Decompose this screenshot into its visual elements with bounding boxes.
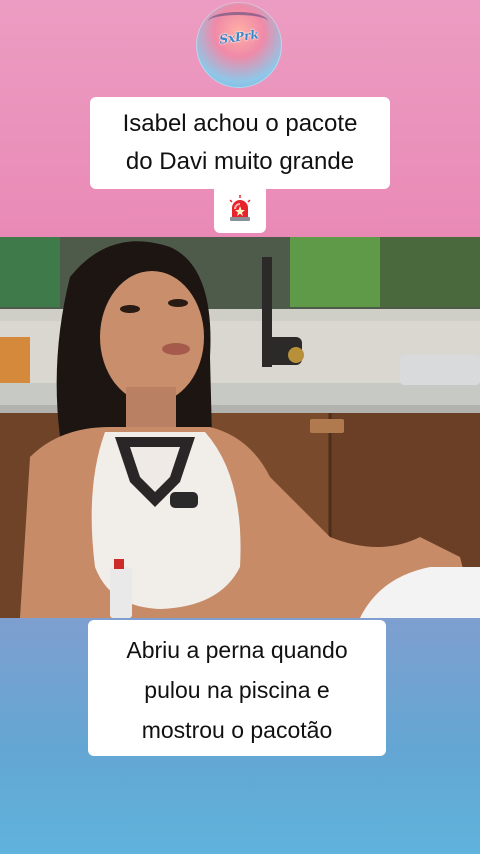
channel-logo[interactable]: SxPrk [196,2,282,88]
alert-emoji-box [214,189,266,233]
bottom-caption: Abriu a perna quando pulou na piscina e … [88,620,386,756]
bottom-caption-line-1: Abriu a perna quando [126,637,348,663]
video-scene [0,237,480,618]
video-frame[interactable] [0,237,480,618]
top-caption-line-2: do Davi muito grande [125,148,355,175]
bottom-caption-line-2: pulou na piscina e [144,677,330,703]
top-caption-line-1: Isabel achou o pacote [122,110,358,137]
police-siren-icon [229,195,251,221]
top-caption: Isabel achou o pacote do Davi muito gran… [90,97,390,189]
bottom-caption-line-3: mostrou o pacotão [141,717,333,743]
